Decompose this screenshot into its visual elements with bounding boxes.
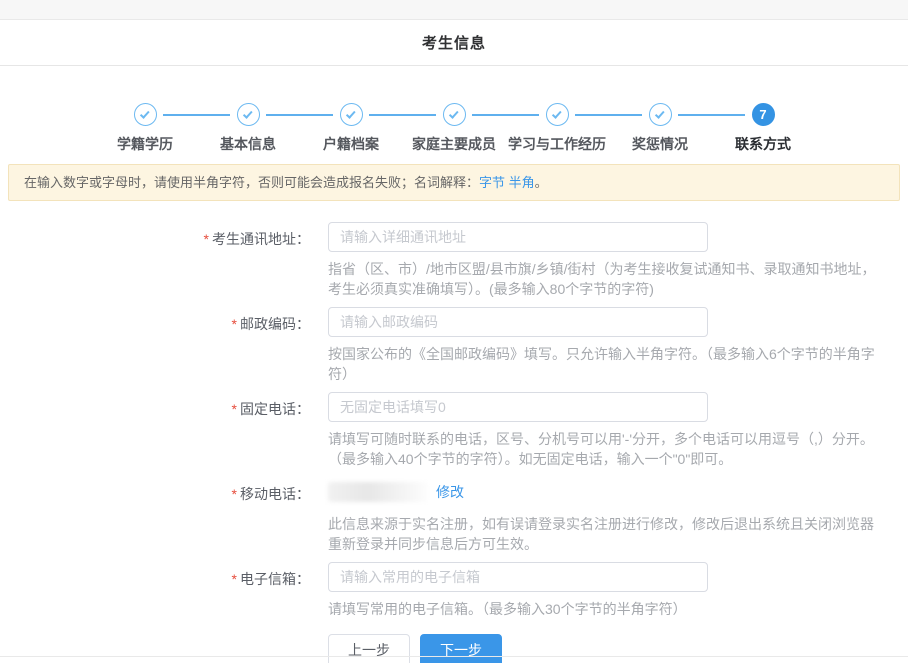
step-item-contact-info: 7 联系方式 [712,103,815,154]
check-icon [551,109,561,119]
step-done-circle [340,103,363,126]
step-label: 联系方式 [735,134,791,154]
step-label: 学籍学历 [117,134,173,154]
step-done-circle [134,103,157,126]
landline-help-text: 请填写可随时联系的电话，区号、分机号可以用'-'分开，多个电话可以用逗号（,）分… [328,430,886,469]
notice-text: 在输入数字或字母时，请使用半角字符，否则可能会造成报名失败；名词解释： [24,175,479,190]
postcode-help-text: 按国家公布的《全国邮政编码》填写。只允许输入半角字符。（最多输入6个字节的半角字… [328,345,886,384]
byte-definition-link[interactable]: 字节 [479,175,505,190]
field-row-mobile: *移动电话： 修改 此信息来源于实名注册，如有误请登录实名注册进行修改，修改后退… [0,477,908,554]
field-row-postcode: *邮政编码： 按国家公布的《全国邮政编码》填写。只允许输入半角字符。（最多输入6… [0,307,908,384]
candidate-info-page: 考生信息 学籍学历 基本信息 户籍档案 家庭主要成员 学习与工作经历 奖惩情况 … [0,0,908,663]
field-row-email: *电子信箱： 请填写常用的电子信箱。（最多输入30个字节的半角字符） [0,562,908,620]
step-current-circle: 7 [752,103,775,126]
email-input[interactable] [328,562,708,592]
required-asterisk: * [232,316,237,332]
step-done-circle [443,103,466,126]
mobile-help-text: 此信息来源于实名注册，如有误请登录实名注册进行修改，修改后退出系统且关闭浏览器重… [328,515,886,554]
check-icon [448,109,458,119]
required-asterisk: * [204,231,209,247]
top-strip [0,0,908,20]
step-item-basic-info: 基本信息 [197,103,300,154]
check-icon [345,109,355,119]
step-item-student-status: 学籍学历 [94,103,197,154]
step-number: 7 [759,107,766,122]
step-label: 户籍档案 [323,134,379,154]
step-label: 学习与工作经历 [508,134,606,154]
step-item-study-work-history: 学习与工作经历 [506,103,609,154]
contact-info-form: *考生通讯地址： 指省（区、市）/地市区盟/县市旗/乡镇/街村（为考生接收复试通… [0,222,908,663]
form-actions: 上一步 下一步 [328,634,908,663]
page-title: 考生信息 [422,32,486,53]
step-done-circle [546,103,569,126]
field-label: *电子信箱： [0,562,310,620]
step-label: 基本信息 [220,134,276,154]
redacted-phone-number [328,482,428,502]
address-help-text: 指省（区、市）/地市区盟/县市旗/乡镇/街村（为考生接收复试通知书、录取通知书地… [328,260,886,299]
field-label: *考生通讯地址： [0,222,310,299]
step-item-household-archive: 户籍档案 [300,103,403,154]
next-step-button[interactable]: 下一步 [420,634,502,663]
step-item-rewards-punishments: 奖惩情况 [609,103,712,154]
step-done-circle [649,103,672,126]
required-asterisk: * [232,571,237,587]
postcode-input[interactable] [328,307,708,337]
notice-suffix: 。 [535,175,548,190]
landline-input[interactable] [328,392,708,422]
halfwidth-definition-link[interactable]: 半角 [509,175,535,190]
step-done-circle [237,103,260,126]
required-asterisk: * [232,401,237,417]
modify-phone-link[interactable]: 修改 [436,482,464,502]
field-row-landline: *固定电话： 请填写可随时联系的电话，区号、分机号可以用'-'分开，多个电话可以… [0,392,908,469]
halfwidth-notice-banner: 在输入数字或字母时，请使用半角字符，否则可能会造成报名失败；名词解释：字节 半角… [8,164,900,201]
check-icon [139,109,149,119]
step-item-family-members: 家庭主要成员 [403,103,506,154]
field-row-address: *考生通讯地址： 指省（区、市）/地市区盟/县市旗/乡镇/街村（为考生接收复试通… [0,222,908,299]
check-icon [242,109,252,119]
field-label: *固定电话： [0,392,310,469]
progress-stepper: 学籍学历 基本信息 户籍档案 家庭主要成员 学习与工作经历 奖惩情况 7 联系方… [0,103,908,154]
address-input[interactable] [328,222,708,252]
step-label: 奖惩情况 [632,134,688,154]
field-label: *邮政编码： [0,307,310,384]
panel-bottom-border [0,656,908,657]
field-label: *移动电话： [0,477,310,554]
step-label: 家庭主要成员 [412,134,496,154]
check-icon [654,109,664,119]
title-bar: 考生信息 [0,20,908,66]
required-asterisk: * [232,486,237,502]
email-help-text: 请填写常用的电子信箱。（最多输入30个字节的半角字符） [328,600,886,620]
previous-step-button[interactable]: 上一步 [328,634,410,663]
